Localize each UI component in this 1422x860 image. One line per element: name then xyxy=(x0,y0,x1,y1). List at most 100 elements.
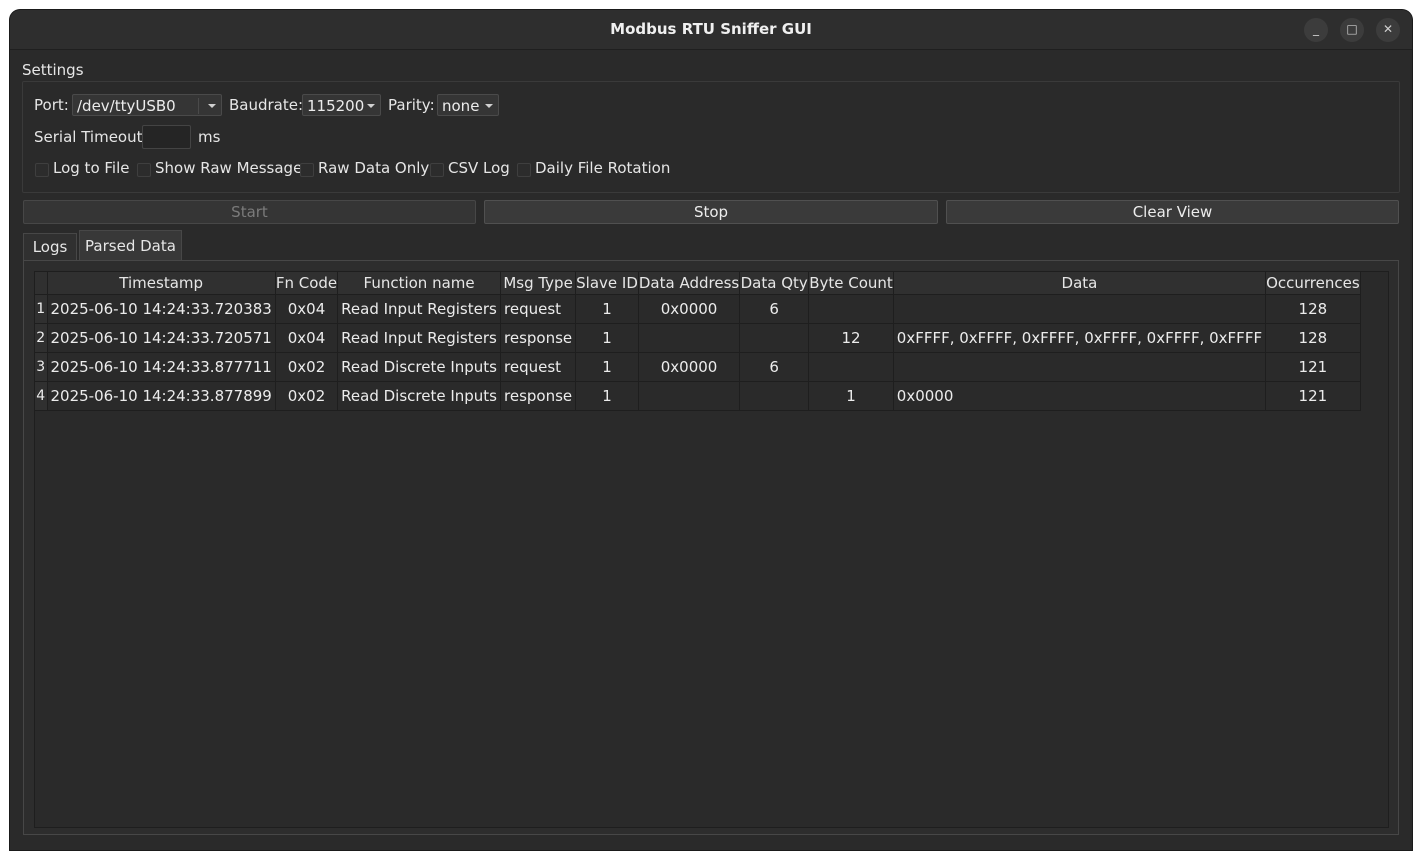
port-select-separator xyxy=(198,98,199,114)
settings-group: Port: /dev/ttyUSB0 Baudrate: 115200 Pari… xyxy=(22,81,1400,193)
timestamp-cell[interactable]: 2025-06-10 14:24:33.877711 xyxy=(47,352,276,382)
data-address-cell[interactable]: 0x0000 xyxy=(638,352,741,382)
parity-select[interactable]: none xyxy=(437,94,499,116)
minimize-button[interactable]: _ xyxy=(1304,18,1328,42)
data-qty-cell[interactable] xyxy=(739,381,810,411)
table-row[interactable]: 2 2025-06-10 14:24:33.720571 0x04 Read I… xyxy=(35,323,1361,353)
function-name-cell[interactable]: Read Discrete Inputs xyxy=(337,381,501,411)
show-raw-message-label[interactable]: Show Raw Message xyxy=(155,159,302,177)
serial-timeout-input[interactable] xyxy=(142,125,191,149)
slave-id-cell[interactable]: 1 xyxy=(575,294,639,324)
log-to-file-label[interactable]: Log to File xyxy=(53,159,130,177)
byte-count-cell[interactable] xyxy=(808,294,894,324)
tab-logs[interactable]: Logs xyxy=(23,233,77,260)
data-address-cell[interactable] xyxy=(638,323,741,353)
row-header[interactable]: 1 xyxy=(35,294,48,324)
parity-label: Parity: xyxy=(388,96,435,114)
title-bar: Modbus RTU Sniffer GUI _ □ ✕ xyxy=(10,10,1412,50)
row-header[interactable]: 3 xyxy=(35,352,48,382)
csv-log-checkbox[interactable] xyxy=(430,163,444,177)
msg-type-cell[interactable]: request xyxy=(500,294,577,324)
timestamp-cell[interactable]: 2025-06-10 14:24:33.720383 xyxy=(47,294,276,324)
msg-type-cell[interactable]: response xyxy=(500,323,577,353)
occurrences-cell[interactable]: 121 xyxy=(1265,381,1361,411)
data-address-cell[interactable] xyxy=(638,381,741,411)
data-qty-cell[interactable] xyxy=(739,323,810,353)
msg-type-cell[interactable]: request xyxy=(500,352,577,382)
data-cell[interactable] xyxy=(893,352,1267,382)
log-to-file-checkbox[interactable] xyxy=(35,163,49,177)
table-row[interactable]: 3 2025-06-10 14:24:33.877711 0x02 Read D… xyxy=(35,352,1361,382)
close-button[interactable]: ✕ xyxy=(1376,18,1400,42)
function-name-cell[interactable]: Read Discrete Inputs xyxy=(337,352,501,382)
table-row[interactable]: 1 2025-06-10 14:24:33.720383 0x04 Read I… xyxy=(35,294,1361,324)
fn-code-cell[interactable]: 0x02 xyxy=(275,381,339,411)
data-grid: Timestamp Fn Code Function name Msg Type… xyxy=(35,272,1361,411)
port-select[interactable]: /dev/ttyUSB0 xyxy=(72,94,222,116)
fn-code-cell[interactable]: 0x04 xyxy=(275,294,339,324)
column-header[interactable]: Byte Count xyxy=(808,272,894,295)
slave-id-cell[interactable]: 1 xyxy=(575,352,639,382)
column-header[interactable]: Data Address xyxy=(638,272,741,295)
data-qty-cell[interactable]: 6 xyxy=(739,352,810,382)
data-cell[interactable] xyxy=(893,294,1267,324)
column-header[interactable]: Msg Type xyxy=(500,272,577,295)
table-row[interactable]: 4 2025-06-10 14:24:33.877899 0x02 Read D… xyxy=(35,381,1361,411)
daily-file-rotation-label[interactable]: Daily File Rotation xyxy=(535,159,670,177)
column-header[interactable]: Function name xyxy=(337,272,501,295)
baudrate-label: Baudrate: xyxy=(229,96,304,114)
byte-count-cell[interactable] xyxy=(808,352,894,382)
daily-file-rotation-checkbox[interactable] xyxy=(517,163,531,177)
byte-count-cell[interactable]: 12 xyxy=(808,323,894,353)
slave-id-cell[interactable]: 1 xyxy=(575,381,639,411)
row-header[interactable]: 4 xyxy=(35,381,48,411)
start-button[interactable]: Start xyxy=(23,200,476,224)
window-title: Modbus RTU Sniffer GUI xyxy=(610,20,812,38)
data-address-cell[interactable]: 0x0000 xyxy=(638,294,741,324)
occurrences-cell[interactable]: 128 xyxy=(1265,294,1361,324)
fn-code-cell[interactable]: 0x02 xyxy=(275,352,339,382)
timestamp-cell[interactable]: 2025-06-10 14:24:33.720571 xyxy=(47,323,276,353)
port-label: Port: xyxy=(34,96,69,114)
column-header[interactable]: Data xyxy=(893,272,1267,295)
parsed-data-table[interactable]: Timestamp Fn Code Function name Msg Type… xyxy=(34,271,1389,828)
column-header[interactable]: Fn Code xyxy=(275,272,339,295)
csv-log-label[interactable]: CSV Log xyxy=(448,159,510,177)
baudrate-select[interactable]: 115200 xyxy=(302,94,381,116)
timestamp-cell[interactable]: 2025-06-10 14:24:33.877899 xyxy=(47,381,276,411)
row-header[interactable]: 2 xyxy=(35,323,48,353)
header-row: Timestamp Fn Code Function name Msg Type… xyxy=(35,272,1361,295)
settings-group-label: Settings xyxy=(22,61,84,79)
data-qty-cell[interactable]: 6 xyxy=(739,294,810,324)
serial-timeout-label: Serial Timeout: xyxy=(34,128,148,146)
maximize-button[interactable]: □ xyxy=(1340,18,1364,42)
show-raw-message-checkbox[interactable] xyxy=(137,163,151,177)
column-header[interactable]: Data Qty xyxy=(739,272,810,295)
port-value: /dev/ttyUSB0 xyxy=(77,97,176,115)
raw-data-only-label[interactable]: Raw Data Only xyxy=(318,159,429,177)
column-header[interactable]: Timestamp xyxy=(47,272,276,295)
corner-button[interactable] xyxy=(35,272,48,295)
column-header[interactable]: Occurrences xyxy=(1265,272,1361,295)
tab-parsed-data[interactable]: Parsed Data xyxy=(79,230,182,260)
baudrate-value: 115200 xyxy=(307,97,365,115)
fn-code-cell[interactable]: 0x04 xyxy=(275,323,339,353)
function-name-cell[interactable]: Read Input Registers xyxy=(337,323,501,353)
chevron-down-icon xyxy=(367,104,375,108)
clear-view-button[interactable]: Clear View xyxy=(946,200,1399,224)
parity-value: none xyxy=(442,97,480,115)
column-header[interactable]: Slave ID xyxy=(575,272,639,295)
msg-type-cell[interactable]: response xyxy=(500,381,577,411)
byte-count-cell[interactable]: 1 xyxy=(808,381,894,411)
data-cell[interactable]: 0xFFFF, 0xFFFF, 0xFFFF, 0xFFFF, 0xFFFF, … xyxy=(893,323,1267,353)
slave-id-cell[interactable]: 1 xyxy=(575,323,639,353)
data-cell[interactable]: 0x0000 xyxy=(893,381,1267,411)
function-name-cell[interactable]: Read Input Registers xyxy=(337,294,501,324)
chevron-down-icon xyxy=(208,104,216,108)
raw-data-only-checkbox[interactable] xyxy=(300,163,314,177)
app-window: Modbus RTU Sniffer GUI _ □ ✕ Settings Po… xyxy=(10,10,1412,850)
stop-button[interactable]: Stop xyxy=(484,200,938,224)
occurrences-cell[interactable]: 128 xyxy=(1265,323,1361,353)
occurrences-cell[interactable]: 121 xyxy=(1265,352,1361,382)
parsed-data-pane: Timestamp Fn Code Function name Msg Type… xyxy=(23,260,1399,835)
